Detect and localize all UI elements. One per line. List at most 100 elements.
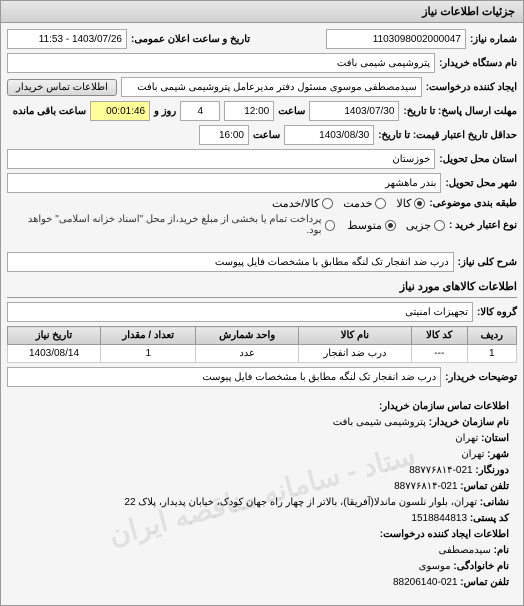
address-label: نشانی: <box>480 497 509 508</box>
days-remaining-field: 4 <box>180 101 220 121</box>
row-response-deadline: مهلت ارسال پاسخ: تا تاریخ: 1403/07/30 سا… <box>7 101 517 121</box>
validity-time-field: 16:00 <box>199 125 249 145</box>
payment-note-check[interactable]: پرداخت تمام یا بخشی از مبلغ خرید،از محل … <box>15 214 335 236</box>
radio-service-label: خدمت <box>343 197 372 210</box>
row-purchase-type: نوع اعتبار خرید : جزیی متوسط پرداخت تمام… <box>7 214 517 236</box>
radio-medium[interactable]: متوسط <box>347 219 396 232</box>
radio-icon-checked <box>385 220 396 231</box>
creator-phone: 021-88206140 <box>393 577 458 588</box>
radio-medium-label: متوسط <box>347 219 382 232</box>
days-label: روز و <box>154 106 176 117</box>
buyer-notes-label: توضیحات خریدار: <box>445 372 517 383</box>
radio-service[interactable]: خدمت <box>343 197 386 210</box>
row-validity-deadline: حداقل تاریخ اعتبار قیمت: تا تاریخ: 1403/… <box>7 125 517 145</box>
goods-group-label: گروه کالا: <box>477 307 517 318</box>
payment-note: پرداخت تمام یا بخشی از مبلغ خرید،از محل … <box>15 214 322 236</box>
radio-goods-label: کالا <box>396 197 411 210</box>
name-value: سیدمصطفی <box>439 545 491 556</box>
details-panel: جزئیات اطلاعات نیاز شماره نیاز: 11030980… <box>0 0 524 606</box>
contact-title: اطلاعات تماس سازمان خریدار: <box>379 401 509 412</box>
contact-province-label: استان: <box>481 433 509 444</box>
buyer-device-label: نام دستگاه خریدار: <box>439 58 517 69</box>
cell-unit: عدد <box>196 345 298 363</box>
row-subject-class: طبقه بندی موضوعی: کالا خدمت کالا/خدمت <box>7 197 517 210</box>
purchase-type-label: نوع اعتبار خرید : <box>449 220 517 231</box>
need-desc-label: شرح کلی نیاز: <box>458 257 517 268</box>
distributor-label: دورنگار: <box>475 465 509 476</box>
creator-section-label: اطلاعات ایجاد کننده درخواست: <box>380 529 509 540</box>
th-qty: تعداد / مقدار <box>100 327 196 345</box>
goods-table: ردیف کد کالا نام کالا واحد شمارش تعداد /… <box>7 326 517 363</box>
row-creator: ایجاد کننده درخواست: سیدمصطفی موسوی مسئو… <box>7 77 517 97</box>
family-value: موسوی <box>419 561 451 572</box>
row-buyer-device: نام دستگاه خریدار: پتروشیمی شیمی بافت <box>7 53 517 73</box>
contact-city: تهران <box>461 449 484 460</box>
family-label: نام خانوادگی: <box>453 561 509 572</box>
buyer-device-field: پتروشیمی شیمی بافت <box>7 53 435 73</box>
panel-body: شماره نیاز: 1103098002000047 تاریخ و ساع… <box>1 23 523 605</box>
validity-deadline-label: حداقل تاریخ اعتبار قیمت: تا تاریخ: <box>378 130 517 141</box>
th-unit: واحد شمارش <box>196 327 298 345</box>
subject-class-label: طبقه بندی موضوعی: <box>429 198 517 209</box>
panel-title: جزئیات اطلاعات نیاز <box>1 1 523 23</box>
goods-group-field: تجهیزات امنیتی <box>7 302 473 322</box>
th-date: تاریخ نیاز <box>8 327 101 345</box>
creator-field: سیدمصطفی موسوی مسئول دفتر مدیرعامل پتروش… <box>121 77 422 97</box>
announce-datetime-field: 1403/07/26 - 11:53 <box>7 29 127 49</box>
need-number-label: شماره نیاز: <box>470 34 517 45</box>
validity-date-field: 1403/08/30 <box>284 125 374 145</box>
province-field: خوزستان <box>7 149 435 169</box>
creator-phone-label: تلفن تماس: <box>460 577 509 588</box>
address: تهران، بلوار نلسون ماندلا(آفریقا)، بالات… <box>124 497 477 508</box>
cell-name: درب ضد انفجار <box>298 345 411 363</box>
radio-icon-checked <box>414 198 425 209</box>
postal: 1518844813 <box>411 513 467 524</box>
city-field: بندر ماهشهر <box>7 173 441 193</box>
th-index: ردیف <box>467 327 516 345</box>
contact-city-label: شهر: <box>487 449 509 460</box>
cell-code: --- <box>412 345 468 363</box>
contact-info: اطلاعات تماس سازمان خریدار: نام سازمان خ… <box>15 399 509 591</box>
subject-class-radios: کالا خدمت کالا/خدمت <box>264 197 425 210</box>
row-need-number: شماره نیاز: 1103098002000047 تاریخ و ساع… <box>7 29 517 49</box>
cell-qty: 1 <box>100 345 196 363</box>
radio-goods-service[interactable]: کالا/خدمت <box>272 197 333 210</box>
radio-icon <box>375 198 386 209</box>
need-desc-field: درب ضد انفجار تک لنگه مطابق با مشخصات فا… <box>7 252 454 272</box>
city-label: شهر محل تحویل: <box>445 178 517 189</box>
org-name-label: نام سازمان خریدار: <box>429 417 509 428</box>
th-name: نام کالا <box>298 327 411 345</box>
name-label: نام: <box>494 545 509 556</box>
goods-section-title: اطلاعات کالاهای مورد نیاز <box>7 276 517 298</box>
contact-province: تهران <box>455 433 478 444</box>
contact-buyer-button[interactable]: اطلاعات تماس خریدار <box>7 79 117 96</box>
response-date-field: 1403/07/30 <box>309 101 399 121</box>
row-need-desc: شرح کلی نیاز: درب ضد انفجار تک لنگه مطاب… <box>7 252 517 272</box>
th-code: کد کالا <box>412 327 468 345</box>
radio-partial-label: جزیی <box>406 219 431 232</box>
radio-goods[interactable]: کالا <box>396 197 425 210</box>
phone-label: تلفن تماس: <box>460 481 509 492</box>
table-header-row: ردیف کد کالا نام کالا واحد شمارش تعداد /… <box>8 327 517 345</box>
cell-index: 1 <box>467 345 516 363</box>
contact-section: ستاد - سامانه مناقصه ایران اطلاعات تماس … <box>7 391 517 599</box>
row-goods-group: گروه کالا: تجهیزات امنیتی <box>7 302 517 322</box>
province-label: استان محل تحویل: <box>439 154 517 165</box>
announce-datetime-label: تاریخ و ساعت اعلان عمومی: <box>131 34 250 45</box>
radio-goods-service-label: کالا/خدمت <box>272 197 319 210</box>
phone: 021-88۷۷۶۸۱۴ <box>394 481 457 492</box>
org-name: پتروشیمی شیمی بافت <box>333 417 426 428</box>
table-row: 1 --- درب ضد انفجار عدد 1 1403/08/14 <box>8 345 517 363</box>
response-time-field: 12:00 <box>224 101 274 121</box>
creator-label: ایجاد کننده درخواست: <box>426 82 517 93</box>
row-buyer-notes: توضیحات خریدار: درب ضد انفجار تک لنگه مط… <box>7 367 517 387</box>
radio-partial[interactable]: جزیی <box>406 219 445 232</box>
radio-icon <box>325 220 336 231</box>
cell-date: 1403/08/14 <box>8 345 101 363</box>
response-deadline-label: مهلت ارسال پاسخ: تا تاریخ: <box>403 106 517 117</box>
need-number-field: 1103098002000047 <box>326 29 466 49</box>
radio-icon <box>322 198 333 209</box>
time-remaining-field: 00:01:46 <box>90 101 150 121</box>
purchase-type-radios: جزیی متوسط <box>339 219 445 232</box>
distributor: 021-88۷۷۶۸۱۴ <box>409 465 472 476</box>
